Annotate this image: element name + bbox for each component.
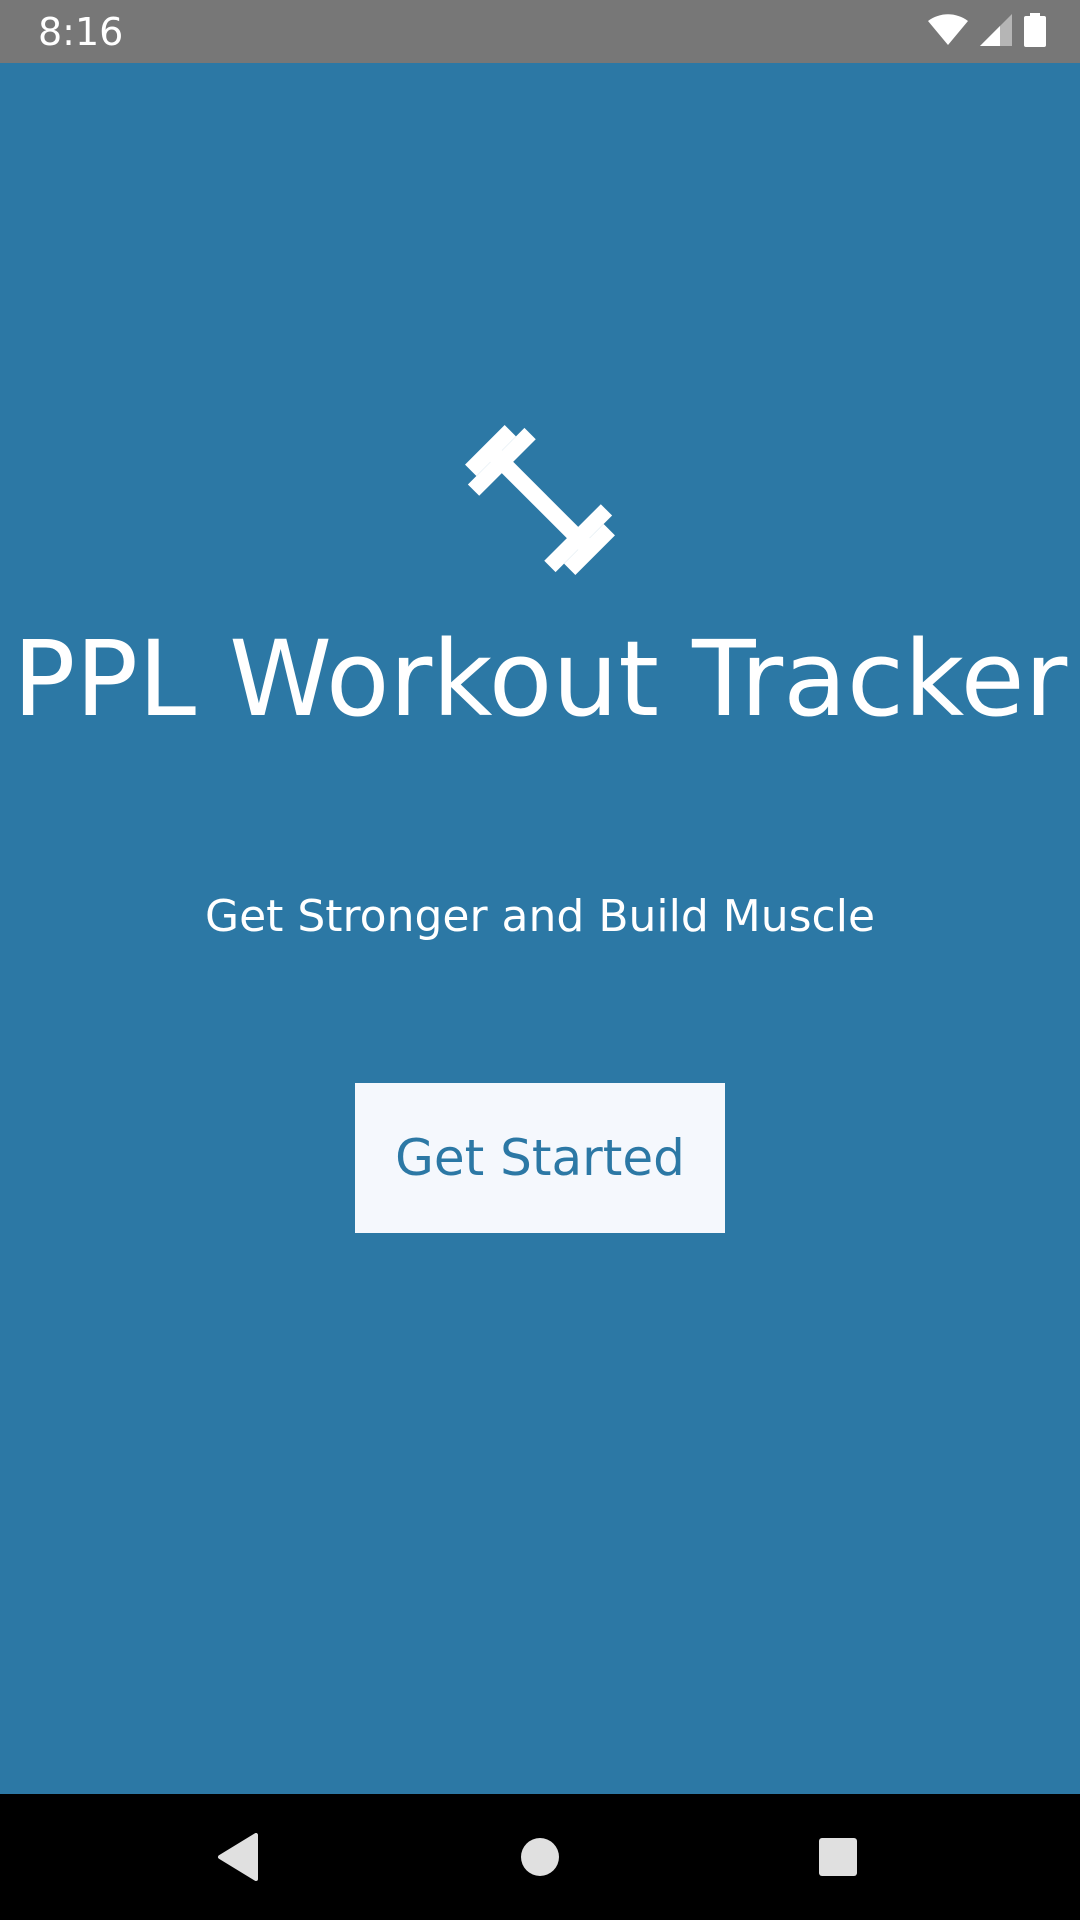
recents-icon[interactable] bbox=[803, 1822, 873, 1892]
dumbbell-icon bbox=[450, 410, 630, 590]
status-bar: 8:16 bbox=[0, 0, 1080, 63]
get-started-button[interactable]: Get Started bbox=[355, 1083, 725, 1233]
welcome-content: PPL Workout Tracker Get Stronger and Bui… bbox=[0, 63, 1080, 1794]
status-time: 8:16 bbox=[38, 10, 124, 54]
app-subtitle: Get Stronger and Build Muscle bbox=[204, 891, 876, 942]
app-title: PPL Workout Tracker bbox=[12, 618, 1068, 740]
navigation-bar bbox=[0, 1794, 1080, 1920]
home-icon[interactable] bbox=[505, 1822, 575, 1892]
battery-icon bbox=[1024, 12, 1046, 52]
wifi-icon bbox=[928, 13, 968, 51]
cellular-signal-icon bbox=[980, 13, 1012, 51]
status-icons bbox=[928, 12, 1046, 52]
screen: 8:16 PPL Workout Tracker Get Stronger an… bbox=[0, 0, 1080, 1920]
back-icon[interactable] bbox=[203, 1822, 273, 1892]
